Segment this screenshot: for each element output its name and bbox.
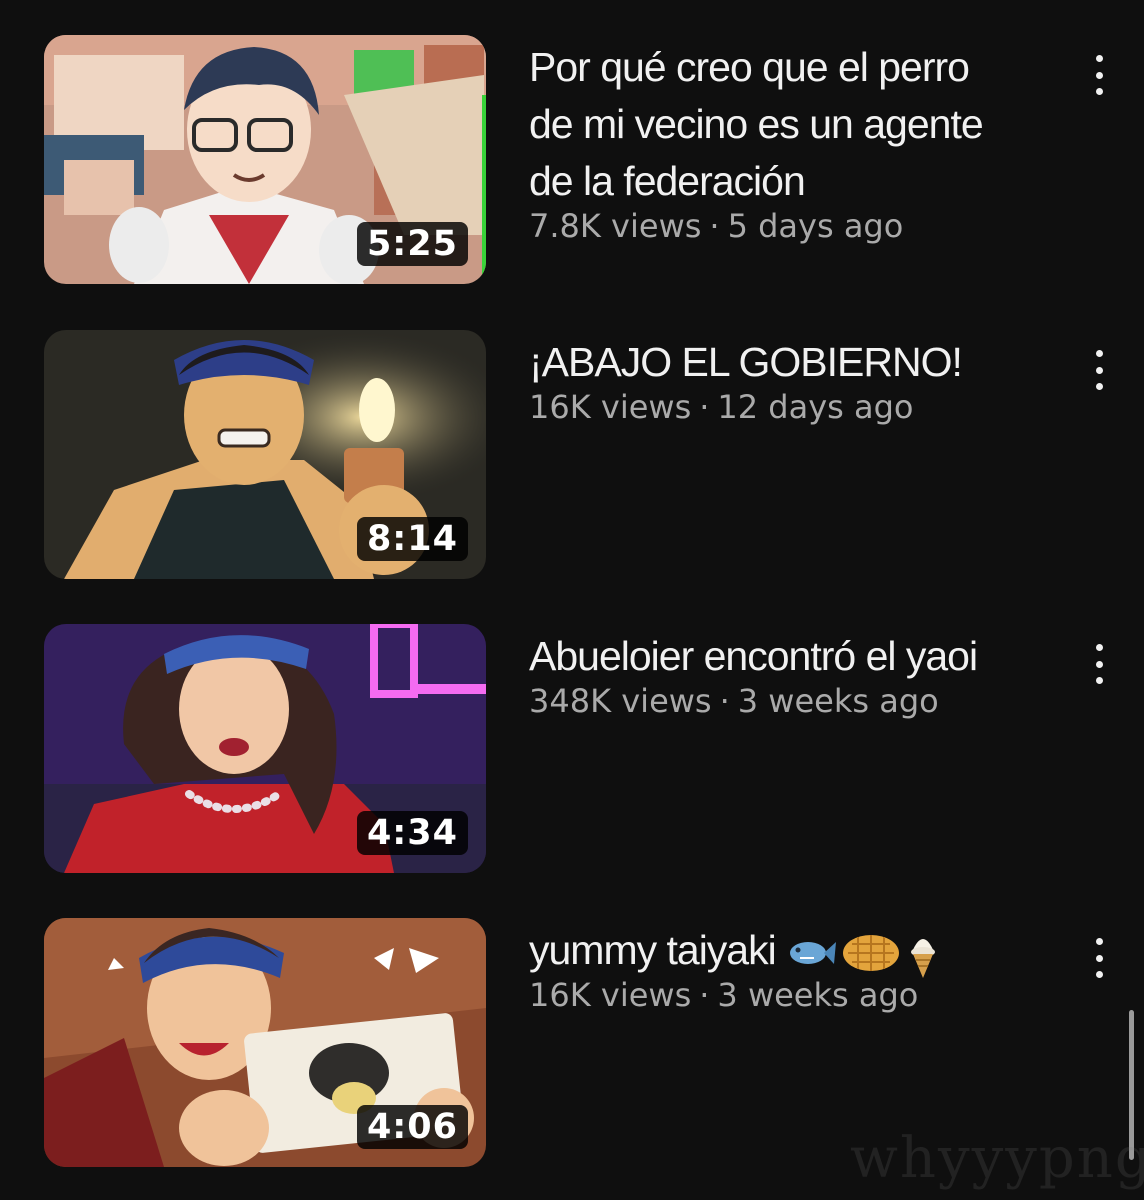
video-info[interactable]: ¡ABAJO EL GOBIERNO! 16K views · 12 days ag…: [529, 334, 1049, 429]
video-meta: 16K views · 12 days ago: [529, 385, 1049, 429]
more-options-icon[interactable]: [1082, 348, 1116, 392]
video-info[interactable]: Por qué creo que el perro de mi vecino e…: [529, 39, 1049, 248]
video-thumbnail[interactable]: 4:06: [44, 918, 486, 1167]
video-meta: 7.8K views · 5 days ago: [529, 204, 1049, 248]
meta-separator: ·: [699, 976, 710, 1014]
video-duration: 4:06: [356, 1105, 468, 1149]
waffle-emoji: [842, 935, 899, 972]
view-count: 16K views: [529, 388, 692, 426]
meta-separator: ·: [699, 388, 710, 426]
upload-age: 3 weeks ago: [737, 682, 939, 720]
title-emojis: [786, 928, 940, 979]
video-item[interactable]: 5:25 Por qué creo que el perro de mi vec…: [44, 35, 1124, 287]
video-duration: 4:34: [356, 811, 468, 855]
more-options-icon[interactable]: [1082, 53, 1116, 97]
video-duration: 5:25: [356, 222, 468, 266]
video-item[interactable]: 4:34 Abueloier encontró el yaoi 348K vie…: [44, 624, 1124, 876]
meta-separator: ·: [709, 207, 720, 245]
video-thumbnail[interactable]: 4:34: [44, 624, 486, 873]
more-options-icon[interactable]: [1082, 936, 1116, 980]
video-title[interactable]: Abueloier encontró el yaoi: [529, 628, 1049, 685]
video-meta: 16K views · 3 weeks ago: [529, 973, 1049, 1017]
video-thumbnail[interactable]: 5:25: [44, 35, 486, 284]
video-item[interactable]: 8:14 ¡ABAJO EL GOBIERNO! 16K views · 12 da…: [44, 330, 1124, 582]
ice-cream-emoji: [910, 939, 935, 979]
video-meta: 348K views · 3 weeks ago: [529, 679, 1049, 723]
video-info[interactable]: yummy taiyaki 16K views · 3 weeks ago: [529, 922, 1049, 1017]
video-title[interactable]: ¡ABAJO EL GOBIERNO!: [529, 334, 1049, 391]
watermark: whyyypng: [850, 1126, 1144, 1191]
view-count: 16K views: [529, 976, 692, 1014]
video-title-text: yummy taiyaki: [529, 927, 777, 973]
video-thumbnail[interactable]: 8:14: [44, 330, 486, 579]
video-title[interactable]: yummy taiyaki: [529, 922, 1049, 979]
more-options-icon[interactable]: [1082, 642, 1116, 686]
upload-age: 12 days ago: [717, 388, 914, 426]
upload-age: 3 weeks ago: [717, 976, 919, 1014]
video-info[interactable]: Abueloier encontró el yaoi 348K views · 3 …: [529, 628, 1049, 723]
view-count: 7.8K views: [529, 207, 702, 245]
upload-age: 5 days ago: [727, 207, 904, 245]
meta-separator: ·: [719, 682, 730, 720]
fish-emoji: [789, 942, 836, 965]
video-duration: 8:14: [356, 517, 468, 561]
view-count: 348K views: [529, 682, 712, 720]
video-title[interactable]: Por qué creo que el perro de mi vecino e…: [529, 39, 1049, 210]
